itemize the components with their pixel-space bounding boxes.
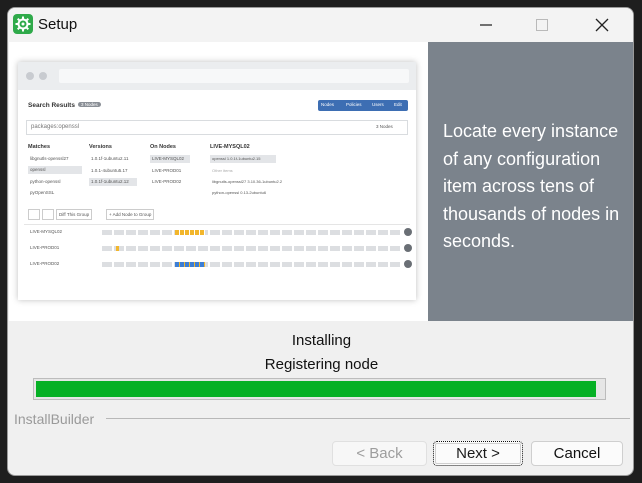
mock-column-header: Matches <box>28 144 51 150</box>
mock-tab: Policies <box>346 102 362 107</box>
product-screenshot: Search Results 3 Nodes Nodes Policies Us… <box>18 62 416 300</box>
mock-dot <box>26 72 34 80</box>
mock-divider <box>24 224 410 225</box>
mock-timeline <box>102 246 400 251</box>
mock-version: 1.0.1f-1ubuntu2.11 <box>91 156 129 161</box>
mock-query: packages:openssl <box>31 124 80 130</box>
window-title: Setup <box>38 16 78 33</box>
mock-version: 1.0.1-4ubuntu5.17 <box>91 168 128 173</box>
minimize-button[interactable] <box>463 8 509 41</box>
mock-node: LIVE-MYSQL02 <box>150 155 190 163</box>
mock-row-label: LIVE-MYSQL02 <box>30 229 63 234</box>
mock-timeline-events <box>175 230 205 235</box>
mock-tab: Edit <box>394 102 402 107</box>
mock-version: 1.0.1f-1ubuntu2.12 <box>89 178 137 186</box>
mock-query-box: packages:openssl 3 Nodes <box>26 120 408 135</box>
mock-timeline <box>102 262 400 267</box>
mock-column-header: LIVE-MYSQL02 <box>210 144 250 150</box>
status-detail: Registering node <box>264 356 379 373</box>
cancel-button[interactable]: Cancel <box>531 441 623 466</box>
mock-detail: Other items <box>212 168 233 173</box>
feature-text: Locate every instance of any configurati… <box>443 121 620 251</box>
close-icon <box>595 18 609 32</box>
mock-match: pyOpenSSL <box>30 190 55 195</box>
mock-row-label: LIVE-PROD02 <box>30 261 60 266</box>
mock-column-header: On Nodes <box>150 144 176 150</box>
mock-tab-bar: Nodes Policies Users Edit <box>318 100 408 111</box>
status-title: Installing <box>291 332 352 349</box>
mock-browser-bar <box>18 62 416 90</box>
mock-detail: openssl 1.0.1f-1ubuntu2.15 <box>210 155 276 163</box>
progress-fill <box>36 381 596 397</box>
feature-panel: Locate every instance of any configurati… <box>428 42 633 321</box>
app-gear-icon <box>13 14 33 34</box>
mock-match: python-openssl <box>30 179 61 184</box>
minimize-icon <box>480 24 492 26</box>
mock-row-toggle <box>404 228 412 236</box>
mock-toolbar-button <box>42 209 54 220</box>
mock-detail: python-openssl 0.13-2ubuntu6 <box>212 190 267 195</box>
maximize-icon <box>536 19 548 31</box>
brand-divider <box>106 418 630 419</box>
installer-banner: Search Results 3 Nodes Nodes Policies Us… <box>9 42 633 321</box>
mock-diff-button: Diff This Group <box>56 209 93 220</box>
mock-tab: Users <box>372 102 384 107</box>
mock-dot <box>39 72 47 80</box>
mock-node: LIVE-PROD02 <box>152 179 182 184</box>
mock-timeline <box>102 230 400 235</box>
setup-window: Setup Search Results 3 Nodes Nodes Polic… <box>7 7 634 476</box>
mock-badge: 3 Nodes <box>78 102 101 107</box>
mock-toolbar-button <box>28 209 40 220</box>
mock-add-node-button: + Add Node to Group <box>106 209 155 220</box>
mock-tab: Nodes <box>321 102 335 107</box>
mock-timeline-events <box>116 246 119 251</box>
mock-row-toggle <box>404 244 412 252</box>
close-button[interactable] <box>579 8 625 41</box>
back-button[interactable]: < Back <box>332 441 427 466</box>
mock-node: LIVE-PROD01 <box>152 168 182 173</box>
mock-row-toggle <box>404 260 412 268</box>
mock-column-header: Versions <box>89 144 112 150</box>
mock-address-bar <box>59 69 409 83</box>
mock-match: libgnutls-openssl27 <box>30 156 69 161</box>
mock-detail: libgnutls-openssl27 3.10.36-1ubuntu2.2 <box>212 179 283 184</box>
mock-row-label: LIVE-PROD01 <box>30 245 60 250</box>
mock-timeline-events <box>175 262 205 267</box>
mock-search-title: Search Results <box>28 102 75 109</box>
mock-node-count: 3 Nodes <box>376 124 393 129</box>
title-bar[interactable]: Setup <box>8 8 633 42</box>
progress-bar <box>33 378 606 400</box>
installbuilder-label: InstallBuilder <box>14 411 95 427</box>
maximize-button <box>519 8 565 41</box>
next-button[interactable]: Next > <box>433 441 523 466</box>
mock-match: openssl <box>28 166 82 174</box>
